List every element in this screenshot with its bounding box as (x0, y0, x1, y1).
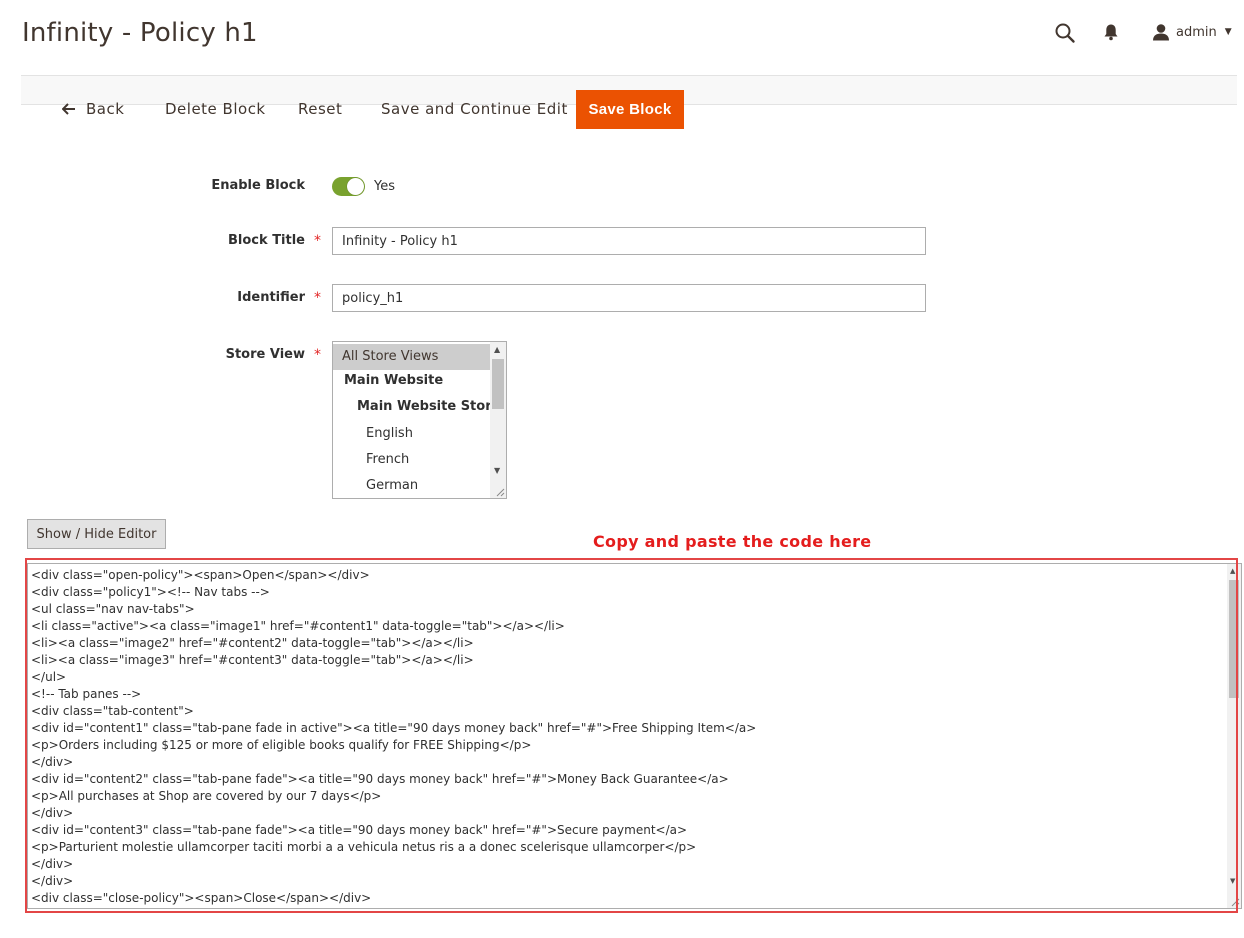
page-title: Infinity - Policy h1 (22, 18, 258, 48)
store-view-scrollbar[interactable]: ▲ ▼ (490, 342, 506, 498)
arrow-left-icon (62, 103, 75, 115)
required-mark: * (314, 290, 321, 306)
block-title-label: Block Title (228, 233, 305, 248)
user-icon (1153, 24, 1169, 41)
user-menu[interactable]: admin ▼ (1152, 22, 1232, 42)
caret-down-icon: ▼ (1224, 27, 1232, 37)
back-label: Back (86, 100, 125, 118)
required-mark: * (314, 347, 321, 363)
save-block-button[interactable]: Save Block (576, 90, 684, 129)
delete-block-button[interactable]: Delete Block (165, 100, 266, 118)
bell-icon[interactable] (1103, 23, 1119, 41)
store-view-label: Store View (225, 347, 305, 362)
save-and-continue-button[interactable]: Save and Continue Edit (381, 100, 568, 118)
annotation-highlight-box (25, 558, 1238, 913)
back-button[interactable]: Back (62, 100, 124, 118)
store-option-main-website-store[interactable]: Main Website Store (333, 394, 506, 420)
store-option-english[interactable]: English (333, 421, 506, 447)
identifier-label: Identifier (237, 290, 305, 305)
resize-grip-icon[interactable] (495, 487, 505, 497)
identifier-input[interactable] (332, 284, 926, 312)
toggle-knob (347, 178, 364, 195)
block-title-input[interactable] (332, 227, 926, 255)
show-hide-editor-button[interactable]: Show / Hide Editor (27, 519, 166, 549)
store-option-french[interactable]: French (333, 447, 506, 473)
reset-button[interactable]: Reset (298, 100, 342, 118)
enable-block-toggle[interactable] (332, 177, 365, 196)
enable-block-label: Enable Block (211, 178, 305, 193)
search-icon[interactable] (1054, 22, 1076, 44)
scroll-down-icon[interactable]: ▼ (494, 466, 500, 475)
scroll-thumb[interactable] (492, 359, 504, 409)
user-name: admin (1176, 24, 1217, 40)
scroll-up-icon[interactable]: ▲ (494, 345, 500, 354)
store-view-select[interactable]: All Store Views Main Website Main Websit… (332, 341, 507, 499)
store-option-german[interactable]: German (333, 473, 506, 498)
store-option-main-website[interactable]: Main Website (333, 368, 501, 394)
store-option-all[interactable]: All Store Views (333, 344, 499, 370)
annotation-text: Copy and paste the code here (593, 532, 872, 551)
enable-block-value: Yes (374, 179, 395, 194)
required-mark: * (314, 233, 321, 249)
